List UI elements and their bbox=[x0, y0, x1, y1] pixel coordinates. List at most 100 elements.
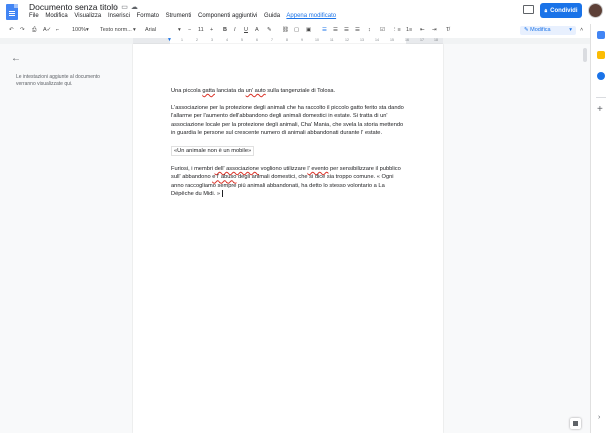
chevron-right-icon[interactable]: › bbox=[598, 414, 600, 421]
menu-help[interactable]: Guida bbox=[264, 13, 280, 19]
ruler-right-area bbox=[443, 38, 590, 44]
document-body[interactable]: Una piccola gatta lanciata da un' auto s… bbox=[171, 87, 406, 207]
quote-heading: «Un animale non è un mobile» bbox=[171, 146, 255, 157]
font-size-increase-icon[interactable]: + bbox=[210, 27, 213, 33]
ruler-number: 4 bbox=[226, 38, 228, 42]
document-outline-panel: ← Le intestazioni aggiunte al documento … bbox=[0, 44, 133, 433]
editing-mode-label: Modifica bbox=[530, 27, 551, 33]
menu-edit[interactable]: Modifica bbox=[45, 13, 67, 19]
add-comment-icon[interactable]: ▢ bbox=[294, 27, 299, 33]
checklist-icon[interactable]: ☑ bbox=[380, 27, 385, 33]
font-size-decrease-icon[interactable]: − bbox=[188, 27, 191, 33]
ruler-number: 11 bbox=[330, 38, 334, 42]
lock-icon: 🔒︎ bbox=[544, 7, 548, 14]
print-icon[interactable]: ⎙ bbox=[32, 27, 36, 34]
ruler-number: 3 bbox=[211, 38, 213, 42]
text-run: vogliono utilizzare bbox=[259, 166, 308, 173]
avatar[interactable] bbox=[588, 3, 603, 18]
editing-mode-select[interactable]: ✎ Modifica ▾ bbox=[520, 26, 576, 35]
style-select[interactable]: Testo norm... bbox=[100, 27, 132, 33]
line-spacing-icon[interactable]: ↕ bbox=[368, 27, 371, 33]
move-folder-icon[interactable]: ▭ bbox=[121, 4, 131, 11]
clear-formatting-icon[interactable]: T̸ bbox=[446, 27, 449, 33]
misspelled-word[interactable]: un' auto bbox=[246, 88, 266, 94]
ruler-number: 14 bbox=[375, 38, 379, 42]
arrow-left-icon[interactable]: ← bbox=[11, 53, 21, 64]
misspelled-word[interactable]: dell' associazione bbox=[215, 166, 259, 172]
bold-icon[interactable]: B bbox=[223, 27, 227, 33]
italic-icon[interactable]: I bbox=[234, 27, 236, 33]
highlight-icon[interactable]: ✎ bbox=[267, 27, 272, 33]
text-cursor bbox=[222, 189, 224, 197]
menu-insert[interactable]: Inserisci bbox=[108, 13, 130, 19]
paragraph[interactable]: «Un animale non è un mobile» bbox=[171, 146, 406, 157]
explore-button[interactable] bbox=[570, 418, 581, 429]
add-ons-plus-icon[interactable]: + bbox=[597, 104, 603, 115]
document-title[interactable]: Documento senza titolo bbox=[29, 2, 118, 12]
redo-icon[interactable]: ↷ bbox=[20, 27, 25, 33]
share-label: Condividi bbox=[550, 7, 578, 14]
ruler-number: 6 bbox=[256, 38, 258, 42]
chevron-down-icon: ▾ bbox=[569, 27, 572, 33]
font-size-input[interactable]: 11 bbox=[198, 27, 204, 33]
paragraph[interactable]: Furiosi, i membri dell' associazione vog… bbox=[171, 165, 406, 198]
divider bbox=[596, 97, 606, 98]
ruler-number: 9 bbox=[301, 38, 303, 42]
misspelled-word[interactable]: gatta bbox=[202, 88, 215, 94]
calendar-icon[interactable] bbox=[597, 31, 605, 39]
zoom-select[interactable]: 100% bbox=[72, 27, 86, 33]
indent-marker-icon[interactable]: ▼ bbox=[167, 37, 172, 43]
undo-icon[interactable]: ↶ bbox=[9, 27, 14, 33]
document-page[interactable]: Una piccola gatta lanciata da un' auto s… bbox=[133, 44, 443, 433]
ruler-number: 17 bbox=[420, 38, 424, 42]
last-edit-link[interactable]: Appena modificato bbox=[286, 13, 336, 19]
misspelled-word[interactable]: e l' abuso bbox=[212, 174, 236, 180]
text-run: Furiosi, i membri bbox=[171, 166, 215, 173]
align-center-icon[interactable]: ☰ bbox=[333, 27, 338, 33]
tasks-icon[interactable] bbox=[597, 72, 605, 80]
numbered-list-icon[interactable]: 1≡ bbox=[406, 27, 412, 33]
chevron-up-icon[interactable]: ˄ bbox=[580, 27, 583, 33]
chevron-down-icon: ▾ bbox=[178, 27, 181, 33]
paragraph[interactable]: Una piccola gatta lanciata da un' auto s… bbox=[171, 87, 406, 95]
menu-file[interactable]: File bbox=[29, 13, 39, 19]
align-right-icon[interactable]: ☰ bbox=[344, 27, 349, 33]
font-select[interactable]: Arial bbox=[145, 27, 156, 33]
underline-icon[interactable]: U bbox=[244, 27, 248, 33]
text-color-icon[interactable]: A bbox=[255, 27, 259, 33]
menu-tools[interactable]: Strumenti bbox=[166, 13, 192, 19]
ruler-number: 10 bbox=[315, 38, 319, 42]
ruler-number: 8 bbox=[286, 38, 288, 42]
bulleted-list-icon[interactable]: ⋮≡ bbox=[392, 27, 401, 33]
insert-image-icon[interactable]: ▣ bbox=[306, 27, 311, 33]
title-actions: ☆▭☁ bbox=[112, 3, 141, 11]
menu-addons[interactable]: Componenti aggiuntivi bbox=[198, 13, 257, 19]
keep-icon[interactable] bbox=[597, 51, 605, 59]
increase-indent-icon[interactable]: ⇥ bbox=[432, 27, 437, 33]
ruler-number: 2 bbox=[196, 38, 198, 42]
menu-view[interactable]: Visualizza bbox=[74, 13, 101, 19]
align-left-icon[interactable]: ☰ bbox=[322, 27, 327, 33]
side-apps-panel: + › bbox=[590, 24, 610, 433]
link-icon[interactable]: ⛓ bbox=[282, 27, 289, 33]
text-run: Una piccola bbox=[171, 88, 203, 94]
vertical-scrollbar[interactable] bbox=[583, 48, 587, 62]
share-button[interactable]: 🔒︎ Condividi bbox=[540, 3, 582, 18]
spellcheck-icon[interactable]: A✓ bbox=[43, 27, 51, 33]
docs-logo-icon[interactable] bbox=[6, 4, 18, 20]
star-icon[interactable]: ☆ bbox=[112, 4, 121, 11]
decrease-indent-icon[interactable]: ⇤ bbox=[420, 27, 425, 33]
text-run: sulla tangenziale di Tolosa. bbox=[265, 88, 336, 94]
misspelled-word[interactable]: l' evento bbox=[307, 166, 328, 172]
align-justify-icon[interactable]: ☰ bbox=[355, 27, 360, 33]
paint-format-icon[interactable]: ⌐ bbox=[56, 27, 59, 33]
text-run: lanciata da bbox=[214, 88, 246, 94]
toolbar: ↶ ↷ ⎙ A✓ ⌐ 100% ▾ Testo norm... ▾ Arial … bbox=[0, 24, 590, 39]
comment-history-icon[interactable] bbox=[523, 5, 534, 14]
paragraph[interactable]: L'associazione per la protezione degli a… bbox=[171, 104, 406, 137]
ruler-number: 15 bbox=[390, 38, 394, 42]
menu-format[interactable]: Formato bbox=[137, 13, 159, 19]
top-bar: Documento senza titolo ☆▭☁ File Modifica… bbox=[0, 0, 610, 24]
ruler-number: 12 bbox=[345, 38, 349, 42]
chevron-down-icon: ▾ bbox=[133, 27, 136, 33]
